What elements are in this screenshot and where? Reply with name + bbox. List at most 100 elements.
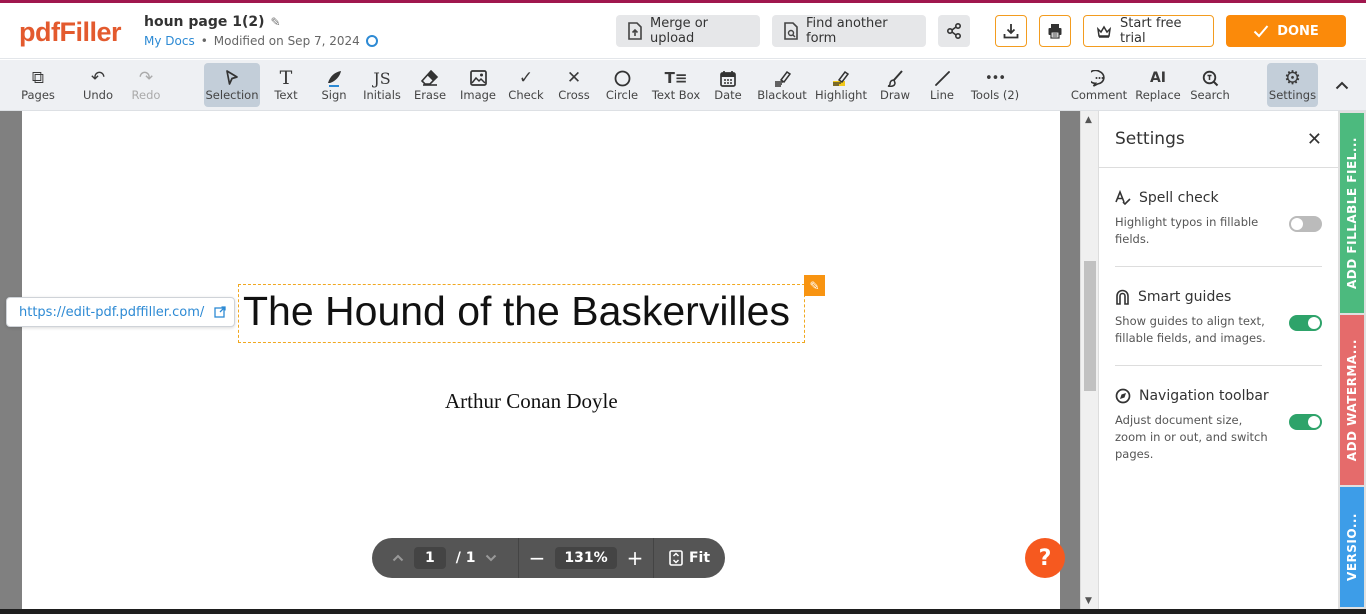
start-free-trial-button[interactable]: Start free trial: [1083, 15, 1214, 47]
file-search-icon: [784, 22, 798, 40]
tool-highlight[interactable]: Highlight: [814, 63, 868, 107]
crown-icon: [1096, 24, 1112, 38]
tool-replace[interactable]: AI Replace: [1134, 63, 1182, 107]
spell-check-icon: [1115, 190, 1131, 206]
tool-text-box[interactable]: T≡ Text Box: [648, 63, 704, 107]
scroll-up-arrow-icon[interactable]: ▲: [1085, 115, 1092, 125]
document-title: houn page 1(2) ✎: [144, 14, 281, 30]
print-button[interactable]: [1039, 15, 1071, 47]
add-watermark-tab[interactable]: ADD WATERMA...: [1340, 315, 1364, 485]
tool-label: Image: [459, 88, 497, 102]
zoom-level[interactable]: 131%: [555, 547, 617, 569]
tool-label: Highlight: [815, 88, 867, 102]
tool-label: Redo: [131, 88, 161, 102]
tool-circle[interactable]: Circle: [602, 63, 642, 107]
done-button[interactable]: DONE: [1226, 15, 1346, 47]
download-button[interactable]: [995, 15, 1027, 47]
cross-icon: ✕: [566, 68, 582, 88]
tool-check[interactable]: ✓ Check: [506, 63, 546, 107]
document-viewer: [0, 111, 1098, 609]
versions-tab[interactable]: VERSIO...: [1340, 487, 1364, 607]
spell-check-toggle[interactable]: [1289, 216, 1322, 232]
check-icon: ✓: [518, 68, 534, 88]
undo-icon: ↶: [90, 68, 106, 88]
collapse-toolbar-button[interactable]: [1330, 63, 1354, 107]
tool-label: Cross: [558, 88, 590, 102]
document-name[interactable]: houn page 1(2): [144, 14, 265, 30]
highlight-icon: [831, 68, 851, 88]
cursor-icon: [225, 68, 239, 88]
tool-search[interactable]: Search: [1188, 63, 1232, 107]
url-chip[interactable]: https://edit-pdf.pdffiller.com/: [6, 297, 235, 327]
zoom-out-button[interactable]: −: [529, 546, 546, 570]
tool-undo[interactable]: ↶ Undo: [76, 63, 120, 107]
zoom-in-button[interactable]: +: [627, 546, 644, 570]
magnet-icon: [1115, 289, 1130, 305]
tab-label: ADD WATERMA...: [1345, 338, 1359, 462]
fit-button[interactable]: Fit: [654, 538, 725, 578]
tool-line[interactable]: Line: [922, 63, 962, 107]
initials-icon: JS: [373, 68, 391, 88]
tool-label: Date: [714, 88, 742, 102]
tool-label: Draw: [879, 88, 911, 102]
tool-label: Search: [1190, 88, 1230, 102]
tool-date[interactable]: Date: [708, 63, 748, 107]
share-icon: [946, 23, 962, 39]
tool-draw[interactable]: Draw: [874, 63, 916, 107]
tool-label: Tools (2): [970, 88, 1020, 102]
tool-label: Line: [930, 88, 954, 102]
editor-toolbar: ⧉ Pages ↶ Undo ↷ Redo Selection T Text S…: [0, 60, 1366, 111]
my-docs-link[interactable]: My Docs: [144, 34, 195, 48]
settings-title: Settings: [1115, 129, 1185, 149]
share-button[interactable]: [938, 15, 970, 47]
tool-redo[interactable]: ↷ Redo: [124, 63, 168, 107]
next-page-icon[interactable]: [485, 550, 497, 566]
settings-header: Settings ✕: [1099, 111, 1338, 168]
merge-upload-button[interactable]: Merge or upload: [616, 15, 760, 47]
navigation-toolbar-toggle[interactable]: [1289, 414, 1322, 430]
history-clock-icon[interactable]: [365, 35, 378, 47]
rename-pencil-icon[interactable]: ✎: [271, 15, 281, 29]
tool-label: Undo: [82, 88, 114, 102]
printer-icon: [1047, 23, 1063, 39]
close-icon[interactable]: ✕: [1307, 129, 1322, 150]
pages-icon: ⧉: [31, 68, 45, 88]
download-icon: [1003, 23, 1019, 39]
tool-comment[interactable]: Comment: [1070, 63, 1128, 107]
author-text[interactable]: Arthur Conan Doyle: [445, 389, 618, 414]
scroll-down-arrow-icon[interactable]: ▼: [1085, 596, 1092, 606]
sign-icon: [325, 68, 343, 88]
tool-label: Initials: [363, 88, 401, 102]
vertical-scrollbar[interactable]: ▲ ▼: [1080, 111, 1098, 609]
smart-guides-toggle[interactable]: [1289, 315, 1322, 331]
scrollbar-thumb[interactable]: [1084, 261, 1096, 391]
tool-text[interactable]: T Text: [266, 63, 306, 107]
tool-sign[interactable]: Sign: [314, 63, 354, 107]
tool-initials[interactable]: JS Initials: [360, 63, 404, 107]
document-title-text[interactable]: The Hound of the Baskervilles: [243, 288, 790, 335]
tool-blackout[interactable]: Blackout: [756, 63, 808, 107]
setting-navigation-toolbar: Navigation toolbar Adjust document size,…: [1115, 366, 1322, 481]
help-button[interactable]: ?: [1025, 538, 1065, 578]
tool-selection[interactable]: Selection: [204, 63, 260, 107]
settings-panel: Settings ✕ Spell check Highlight typos i…: [1098, 111, 1338, 609]
url-link[interactable]: https://edit-pdf.pdffiller.com/: [19, 305, 204, 320]
tool-settings[interactable]: ⚙ Settings: [1267, 63, 1318, 107]
tool-pages[interactable]: ⧉ Pages: [16, 63, 60, 107]
side-tabs: ADD FILLABLE FIEL... ADD WATERMA... VERS…: [1338, 111, 1366, 609]
edit-text-pencil-icon[interactable]: ✎: [804, 275, 825, 296]
tool-image[interactable]: Image: [458, 63, 498, 107]
external-link-icon[interactable]: [214, 306, 226, 318]
tool-erase[interactable]: Erase: [410, 63, 450, 107]
tool-label: Circle: [605, 88, 639, 102]
textbox-icon: T≡: [664, 69, 688, 87]
pdf-page[interactable]: [22, 111, 1060, 609]
tool-cross[interactable]: ✕ Cross: [554, 63, 594, 107]
find-another-form-button[interactable]: Find another form: [772, 15, 926, 47]
page-number-input[interactable]: 1: [414, 547, 446, 569]
tool-more-tools[interactable]: ••• Tools (2): [968, 63, 1022, 107]
pdffiller-logo[interactable]: pdfFiller: [19, 17, 122, 48]
previous-page-icon[interactable]: [392, 550, 404, 566]
add-fillable-fields-tab[interactable]: ADD FILLABLE FIEL...: [1340, 113, 1364, 313]
compass-icon: [1115, 388, 1131, 404]
